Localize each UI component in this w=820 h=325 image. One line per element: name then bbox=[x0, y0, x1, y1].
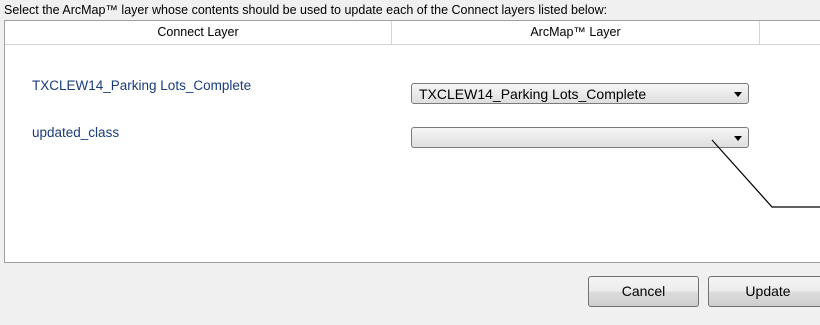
arcmap-layer-dropdown[interactable] bbox=[411, 127, 749, 148]
column-header-arcmap-layer[interactable]: ArcMap™ Layer bbox=[392, 21, 760, 44]
column-header-extra bbox=[760, 21, 820, 44]
instruction-text: Select the ArcMap™ layer whose contents … bbox=[4, 3, 608, 17]
cancel-button[interactable]: Cancel bbox=[588, 276, 699, 307]
arcmap-layer-dropdown[interactable]: TXCLEW14_Parking Lots_Complete bbox=[411, 83, 749, 104]
column-header-connect-layer[interactable]: Connect Layer bbox=[5, 21, 392, 44]
connect-layer-name: TXCLEW14_Parking Lots_Complete bbox=[32, 78, 252, 93]
chevron-down-icon bbox=[734, 92, 742, 97]
chevron-down-icon bbox=[734, 136, 742, 141]
arcmap-layer-selected: TXCLEW14_Parking Lots_Complete bbox=[419, 86, 647, 102]
table-row: TXCLEW14_Parking Lots_Complete TXCLEW14_… bbox=[5, 75, 820, 119]
connect-layer-name: updated_class bbox=[32, 125, 120, 140]
layer-mapping-grid: Connect Layer ArcMap™ Layer TXCLEW14_Par… bbox=[4, 20, 820, 263]
update-button[interactable]: Update bbox=[708, 276, 820, 307]
grid-header: Connect Layer ArcMap™ Layer bbox=[5, 21, 820, 45]
table-row: updated_class bbox=[5, 119, 820, 163]
